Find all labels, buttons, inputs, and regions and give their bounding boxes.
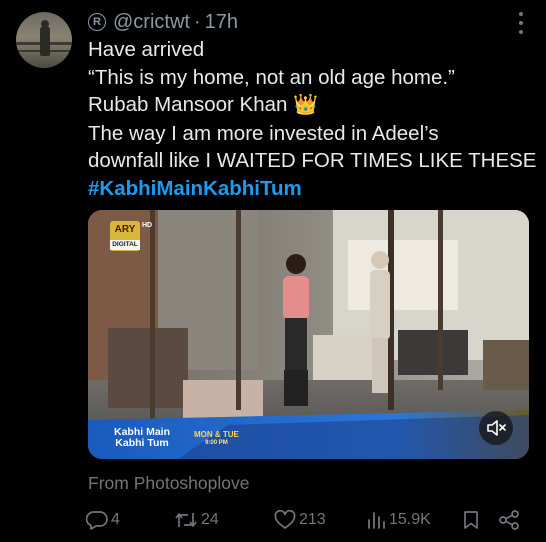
reply-count: 4 xyxy=(111,511,120,528)
avatar[interactable] xyxy=(16,12,72,68)
crown-emoji: 👑 xyxy=(293,94,319,116)
like-count: 213 xyxy=(299,511,326,528)
post-time[interactable]: 17h xyxy=(205,11,238,34)
show-banner: Kabhi Main Kabhi Tum MON & TUE 9:00 PM xyxy=(88,411,529,459)
reply-button[interactable]: 4 xyxy=(86,506,120,534)
repost-icon xyxy=(175,513,197,527)
post-line: Have arrived xyxy=(88,38,205,61)
like-icon xyxy=(274,510,296,529)
post-line: downfall like I WAITED FOR TIMES LIKE TH… xyxy=(88,149,537,172)
video-player[interactable]: ARY DIGITAL HD Kabhi Main Kabhi Tum MON … xyxy=(88,210,529,459)
separator-dot: · xyxy=(193,10,201,33)
hashtag-link[interactable]: #KabhiMainKabhiTum xyxy=(88,175,538,203)
post-line: “This is my home, not an old age home.” xyxy=(88,65,455,89)
show-title: Kabhi Main Kabhi Tum xyxy=(114,426,171,449)
post-header: R @crictwt · 17h xyxy=(88,10,238,34)
share-button[interactable] xyxy=(498,506,520,534)
more-icon[interactable] xyxy=(518,12,524,34)
channel-logo: ARY DIGITAL xyxy=(110,221,140,251)
user-handle[interactable]: @crictwt xyxy=(113,11,190,34)
source-label[interactable]: From Photoshoplove xyxy=(88,473,249,494)
views-button[interactable]: 15.9K xyxy=(366,506,431,534)
repost-count: 24 xyxy=(201,511,219,528)
like-button[interactable]: 213 xyxy=(274,506,326,534)
post-line: The way I am more invested in Adeel’s xyxy=(88,121,439,145)
bookmark-button[interactable] xyxy=(462,506,480,534)
share-icon xyxy=(499,510,519,530)
mute-icon[interactable] xyxy=(479,411,513,445)
views-count: 15.9K xyxy=(389,511,431,528)
action-bar: 4 24 213 15.9K xyxy=(86,506,536,534)
bookmark-icon xyxy=(464,511,478,529)
registered-icon: R xyxy=(88,13,106,31)
show-schedule: MON & TUE 9:00 PM xyxy=(194,430,239,446)
reply-icon xyxy=(86,511,108,530)
post-text: Have arrived “This is my home, not an ol… xyxy=(88,36,538,202)
views-icon xyxy=(368,512,385,529)
repost-button[interactable]: 24 xyxy=(174,506,219,534)
post-line: Rubab Mansoor Khan 👑 xyxy=(88,93,319,116)
hd-badge: HD xyxy=(142,222,153,229)
